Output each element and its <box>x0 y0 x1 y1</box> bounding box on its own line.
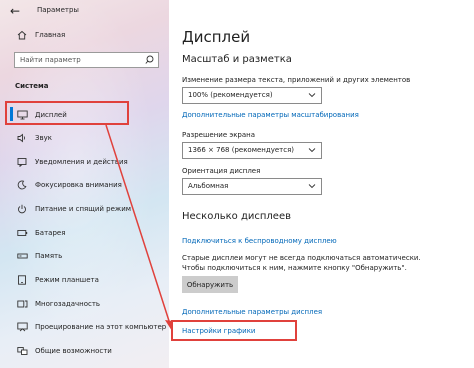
annotation-arrow <box>105 124 173 331</box>
